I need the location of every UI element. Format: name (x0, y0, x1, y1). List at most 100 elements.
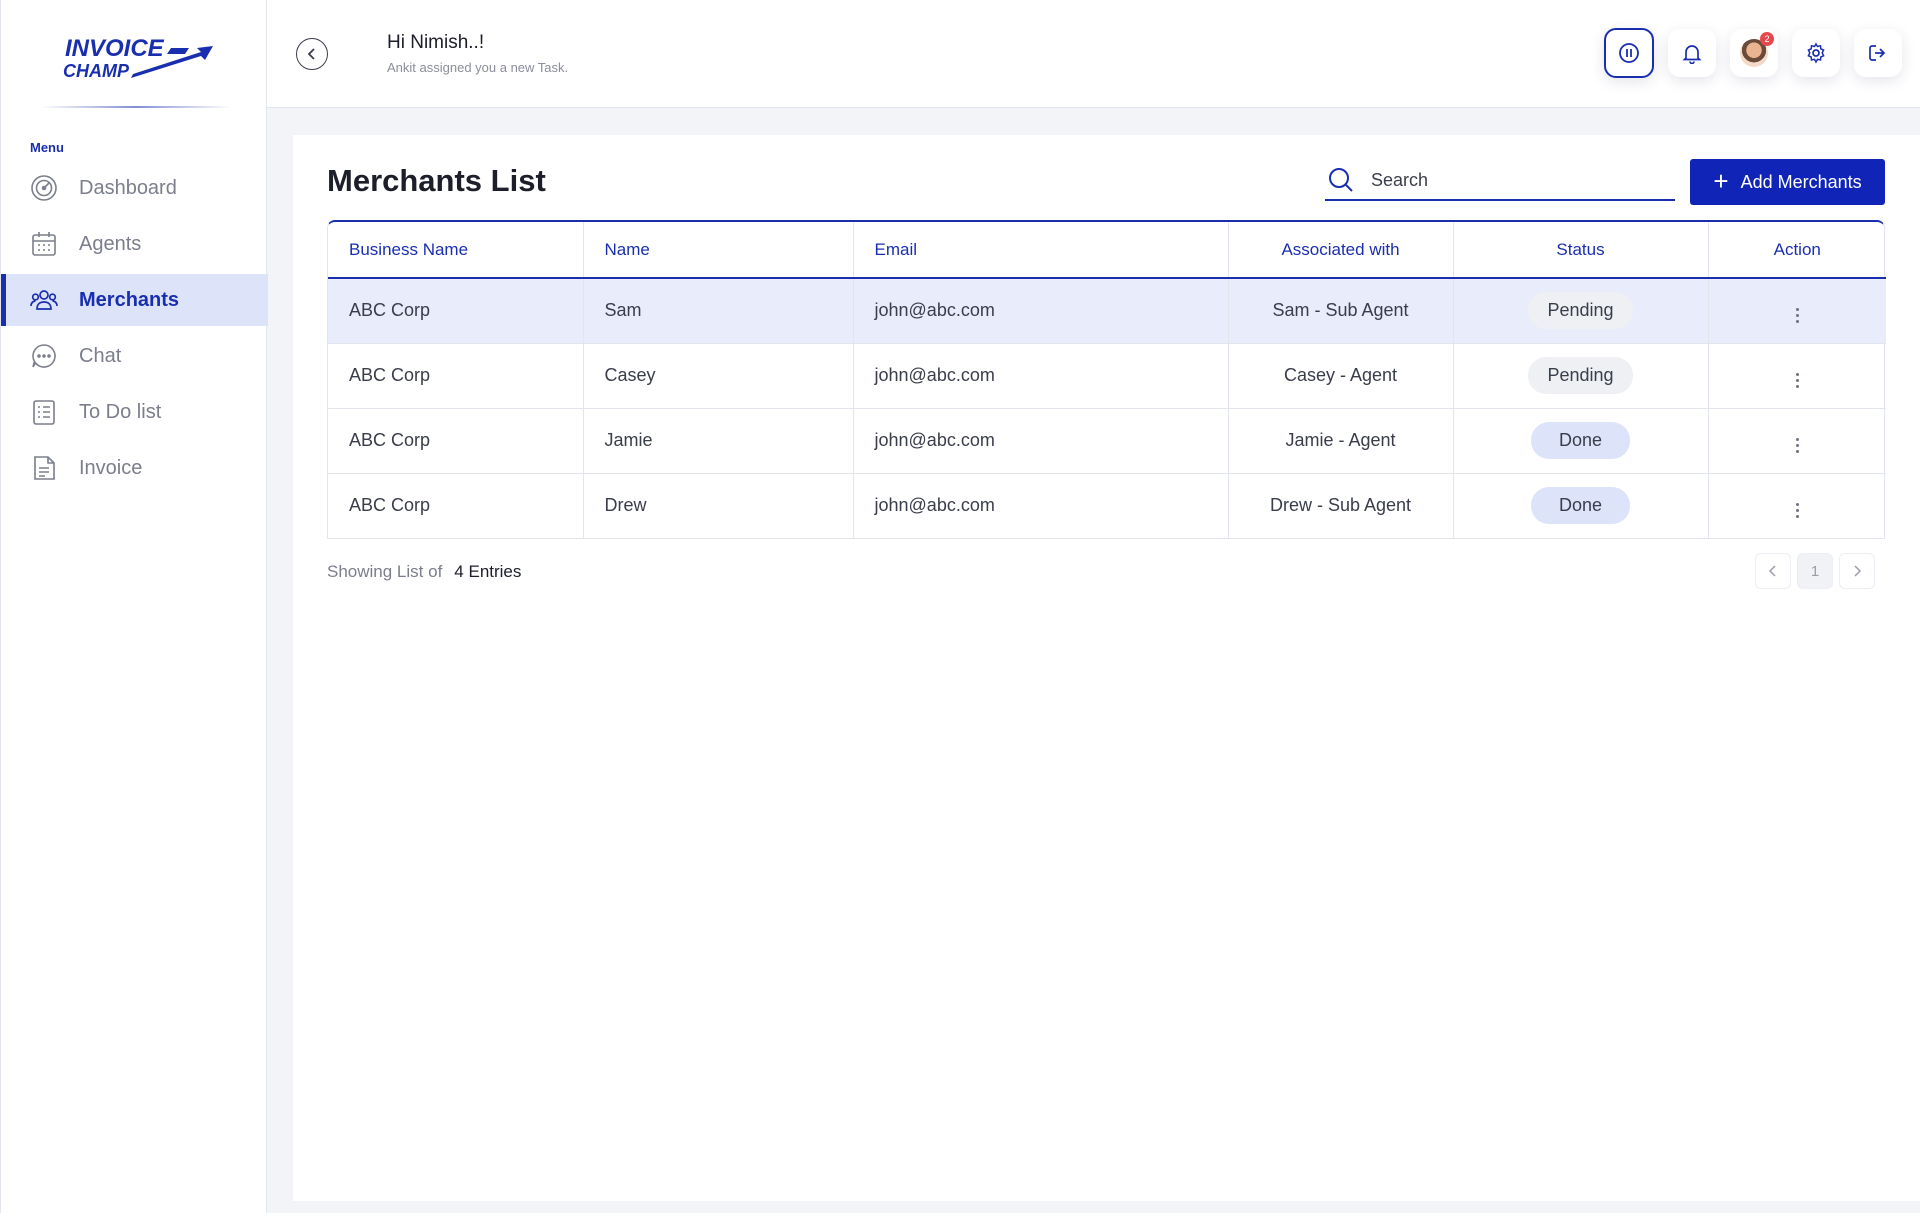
cell-email: john@abc.com (853, 343, 1229, 409)
sidebar-item-todo[interactable]: To Do list (1, 386, 268, 438)
checklist-icon (30, 398, 58, 426)
notification-subtext: Ankit assigned you a new Task. (387, 60, 569, 75)
cell-associated-with: Sam - Sub Agent (1228, 278, 1454, 344)
status-badge: Done (1530, 422, 1631, 459)
cell-business-name: ABC Corp (328, 408, 584, 474)
chevron-left-icon (307, 48, 315, 60)
column-header-name[interactable]: Name (583, 222, 854, 279)
row-actions-menu-icon[interactable] (1788, 369, 1807, 392)
settings-button[interactable] (1792, 29, 1840, 77)
sidebar-item-chat[interactable]: Chat (1, 330, 268, 382)
profile-button[interactable]: 2 (1730, 29, 1778, 77)
cell-action (1708, 343, 1886, 409)
cell-action (1708, 408, 1886, 474)
calendar-icon (30, 230, 58, 258)
logo-line2: CHAMP (63, 61, 130, 80)
row-actions-menu-icon[interactable] (1788, 499, 1807, 522)
add-merchants-label: Add Merchants (1740, 171, 1862, 192)
header-actions: 2 (1604, 28, 1902, 78)
sidebar-item-label: Dashboard (79, 176, 177, 199)
users-icon (30, 286, 58, 314)
sidebar-item-label: Agents (79, 232, 142, 255)
sidebar-item-label: To Do list (79, 400, 162, 423)
prev-page-button[interactable] (1755, 553, 1791, 589)
chevron-left-icon (1768, 565, 1776, 577)
column-header-business-name[interactable]: Business Name (328, 222, 584, 279)
dashboard-gauge-icon (30, 174, 58, 202)
entries-count: 4 Entries (454, 562, 522, 581)
chevron-right-icon (1854, 565, 1862, 577)
notification-badge: 2 (1760, 32, 1774, 46)
sidebar-item-invoice[interactable]: Invoice (1, 442, 268, 494)
sidebar-item-dashboard[interactable]: Dashboard (1, 162, 268, 214)
collapse-sidebar-button[interactable] (296, 38, 328, 70)
logo-line1: INVOICE (65, 35, 165, 62)
cell-associated-with: Casey - Agent (1228, 343, 1454, 409)
column-header-associated-with[interactable]: Associated with (1228, 222, 1454, 279)
entries-summary: Showing List of 4 Entries (327, 562, 521, 582)
logout-icon (1869, 45, 1886, 61)
bell-icon (1682, 45, 1702, 64)
search-input[interactable] (1371, 169, 1651, 191)
cell-status: Done (1453, 473, 1709, 538)
sidebar-item-label: Invoice (79, 456, 143, 479)
pause-button[interactable] (1604, 28, 1654, 78)
cell-name: Drew (583, 473, 854, 538)
logo-divider (41, 106, 231, 108)
sidebar-item-label: Merchants (79, 288, 180, 311)
sidebar-item-merchants[interactable]: Merchants (1, 274, 268, 326)
table-row[interactable]: ABC Corp Drew john@abc.com Drew - Sub Ag… (328, 473, 1886, 538)
page-title: Merchants List (327, 163, 546, 198)
cell-email: john@abc.com (853, 473, 1229, 538)
cell-business-name: ABC Corp (328, 473, 584, 538)
column-header-email[interactable]: Email (853, 222, 1229, 279)
cell-name: Jamie (583, 408, 854, 474)
sidebar: INVOICE CHAMP Menu Dashboard Agents Merc… (0, 0, 268, 1213)
sidebar-nav: Dashboard Agents Merchants Chat To Do li… (1, 162, 268, 498)
status-badge: Done (1530, 487, 1631, 525)
column-header-action: Action (1708, 222, 1886, 279)
logout-button[interactable] (1854, 29, 1902, 77)
search-box[interactable] (1325, 161, 1675, 201)
merchants-card: Merchants List + Add Merchants Business … (293, 135, 1920, 1201)
row-actions-menu-icon[interactable] (1788, 434, 1807, 457)
cell-status: Pending (1453, 278, 1709, 344)
menu-label: Menu (30, 140, 64, 155)
cell-status: Pending (1453, 343, 1709, 409)
status-badge: Pending (1528, 357, 1633, 394)
next-page-button[interactable] (1839, 553, 1875, 589)
table-row[interactable]: ABC Corp Sam john@abc.com Sam - Sub Agen… (328, 278, 1886, 344)
add-merchants-button[interactable]: + Add Merchants (1690, 159, 1885, 205)
status-badge: Pending (1528, 292, 1633, 330)
pagination: 1 (1755, 553, 1875, 589)
page-number-button[interactable]: 1 (1797, 553, 1833, 589)
cell-business-name: ABC Corp (328, 278, 584, 344)
cell-email: john@abc.com (853, 408, 1229, 474)
showing-label: Showing List of (327, 562, 443, 581)
cell-email: john@abc.com (853, 278, 1229, 344)
cell-status: Done (1453, 408, 1709, 474)
cell-business-name: ABC Corp (328, 343, 584, 409)
table-header-row: Business Name Name Email Associated with… (328, 222, 1886, 279)
cell-associated-with: Drew - Sub Agent (1228, 473, 1454, 538)
cell-action (1708, 278, 1886, 344)
cell-action (1708, 473, 1886, 538)
table-row[interactable]: ABC Corp Casey john@abc.com Casey - Agen… (328, 343, 1886, 409)
cell-name: Sam (583, 278, 854, 344)
cell-name: Casey (583, 343, 854, 409)
search-icon (1329, 168, 1353, 192)
cell-associated-with: Jamie - Agent (1228, 408, 1454, 474)
column-header-status[interactable]: Status (1453, 222, 1709, 279)
greeting-text: Hi Nimish..! (387, 32, 485, 53)
top-header: Hi Nimish..! Ankit assigned you a new Ta… (267, 0, 1920, 108)
table-row[interactable]: ABC Corp Jamie john@abc.com Jamie - Agen… (328, 408, 1886, 474)
notifications-button[interactable] (1668, 29, 1716, 77)
row-actions-menu-icon[interactable] (1788, 304, 1807, 327)
invoice-champ-logo[interactable]: INVOICE CHAMP (63, 34, 213, 81)
plus-icon: + (1713, 166, 1729, 196)
chat-bubble-icon (30, 342, 58, 370)
sidebar-item-agents[interactable]: Agents (1, 218, 268, 270)
gear-icon (1807, 42, 1825, 64)
document-icon (30, 454, 58, 482)
pause-circle-icon (1619, 43, 1639, 63)
